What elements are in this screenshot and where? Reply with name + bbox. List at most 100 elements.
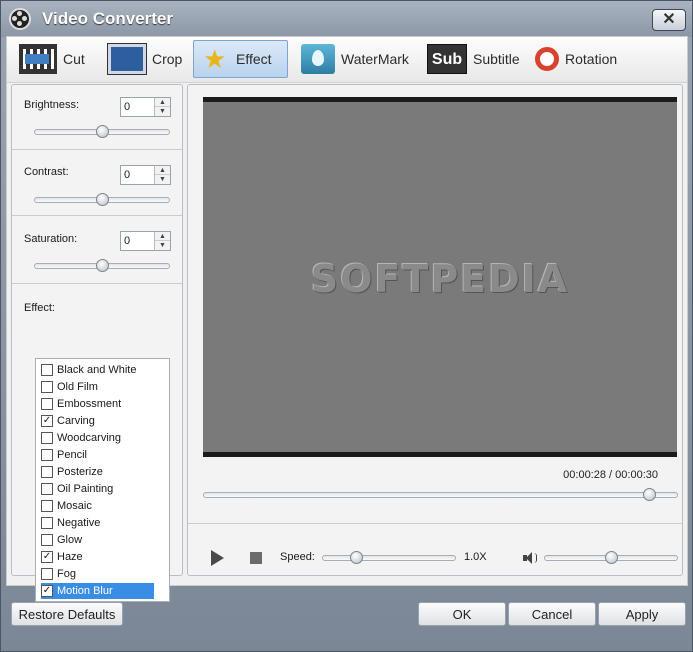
film-scissors-icon <box>19 44 57 74</box>
effect-item[interactable]: Embossment <box>41 396 125 412</box>
tab-watermark[interactable]: WaterMark <box>295 40 415 78</box>
tab-cut-label: Cut <box>63 51 85 67</box>
effect-star-icon <box>200 44 230 75</box>
spin-up-icon[interactable]: ▲ <box>155 232 170 241</box>
effect-item[interactable]: ✓ Motion Blur <box>41 583 154 599</box>
ok-button[interactable]: OK <box>418 602 506 626</box>
volume-slider-thumb[interactable] <box>605 551 618 564</box>
stop-icon[interactable] <box>250 552 262 564</box>
spin-down-icon[interactable]: ▼ <box>155 241 170 250</box>
effect-item[interactable]: Posterize <box>41 464 107 480</box>
total-time: 00:00:30 <box>615 469 658 481</box>
effect-item[interactable]: Black and White <box>41 362 140 378</box>
effect-item-label: Glow <box>57 534 83 546</box>
saturation-spinbox[interactable]: 0 ▲ ▼ <box>120 231 171 251</box>
contrast-slider[interactable] <box>34 193 170 206</box>
effect-item[interactable]: Old Film <box>41 379 102 395</box>
effect-label: Effect: <box>24 302 55 314</box>
effect-item[interactable]: Woodcarving <box>41 430 125 446</box>
speed-label: Speed: <box>280 551 315 563</box>
checkbox-unchecked[interactable] <box>41 500 53 512</box>
tab-effect-label: Effect <box>236 51 272 67</box>
checkbox-checked[interactable]: ✓ <box>41 585 53 597</box>
preview-watermark: SOFTPEDIA <box>310 257 570 301</box>
volume-icon[interactable] <box>523 552 537 564</box>
tab-subtitle-label: Subtitle <box>473 51 520 67</box>
speed-slider-thumb[interactable] <box>350 551 363 564</box>
effect-item[interactable]: Negative <box>41 515 104 531</box>
effect-item-label: Haze <box>57 551 83 563</box>
close-button[interactable]: ✕ <box>652 9 686 31</box>
tab-crop[interactable]: Crop <box>102 40 188 78</box>
tab-subtitle[interactable]: Sub Subtitle <box>421 40 526 78</box>
film-reel-icon <box>9 8 31 30</box>
contrast-value: 0 <box>124 169 131 181</box>
video-converter-window: Video Converter ✕ Cut Crop Effect WaterM… <box>0 0 693 652</box>
cancel-button[interactable]: Cancel <box>508 602 596 626</box>
contrast-slider-thumb[interactable] <box>96 193 109 206</box>
divider <box>12 283 182 284</box>
tab-cut[interactable]: Cut <box>13 40 91 78</box>
seek-slider-thumb[interactable] <box>642 488 656 501</box>
effect-item-label: Carving <box>57 415 95 427</box>
checkbox-unchecked[interactable] <box>41 364 53 376</box>
effect-item-label: Negative <box>57 517 101 529</box>
current-time: 00:00:28 <box>563 469 606 481</box>
effect-item[interactable]: Fog <box>41 566 80 582</box>
brightness-label: Brightness: <box>24 99 80 111</box>
effect-item-label: Posterize <box>57 466 103 478</box>
title-bar[interactable]: Video Converter ✕ <box>1 1 692 37</box>
apply-button[interactable]: Apply <box>598 602 686 626</box>
effect-item[interactable]: Glow <box>41 532 86 548</box>
divider <box>12 215 182 216</box>
effect-item-label: Oil Painting <box>57 483 114 495</box>
main-area: Cut Crop Effect WaterMark Sub Subtitle R… <box>6 36 688 602</box>
effect-item[interactable]: Oil Painting <box>41 481 117 497</box>
checkbox-checked[interactable]: ✓ <box>41 415 53 427</box>
checkbox-unchecked[interactable] <box>41 398 53 410</box>
brightness-slider[interactable] <box>34 125 170 138</box>
saturation-slider-thumb[interactable] <box>96 259 109 272</box>
effect-item-label: Motion Blur <box>57 585 113 597</box>
effect-item[interactable]: ✓ Haze <box>41 549 87 565</box>
spin-up-icon[interactable]: ▲ <box>155 98 170 107</box>
contrast-spinbox[interactable]: 0 ▲ ▼ <box>120 165 171 185</box>
tab-crop-label: Crop <box>152 51 183 67</box>
checkbox-checked[interactable]: ✓ <box>41 551 53 563</box>
spin-up-icon[interactable]: ▲ <box>155 166 170 175</box>
rotation-icon <box>535 47 559 71</box>
spin-down-icon[interactable]: ▼ <box>155 175 170 184</box>
effect-item[interactable]: ✓ Carving <box>41 413 99 429</box>
divider <box>188 523 682 524</box>
speed-slider[interactable] <box>322 551 456 564</box>
subtitle-icon: Sub <box>427 44 467 74</box>
saturation-value: 0 <box>124 235 131 247</box>
checkbox-unchecked[interactable] <box>41 517 53 529</box>
checkbox-unchecked[interactable] <box>41 432 53 444</box>
speed-value: 1.0X <box>464 551 487 563</box>
checkbox-unchecked[interactable] <box>41 534 53 546</box>
checkbox-unchecked[interactable] <box>41 381 53 393</box>
effect-list[interactable]: Black and White Old Film Embossment ✓ Carvin… <box>35 358 170 602</box>
tab-rotation[interactable]: Rotation <box>529 40 623 78</box>
volume-slider[interactable] <box>544 551 678 564</box>
time-display: 00:00:28 / 00:00:30 <box>563 469 658 481</box>
effect-item-label: Woodcarving <box>57 432 121 444</box>
effect-item[interactable]: Pencil <box>41 447 91 463</box>
play-icon[interactable] <box>211 550 224 566</box>
restore-defaults-button[interactable]: Restore Defaults <box>11 602 123 626</box>
brightness-slider-thumb[interactable] <box>96 125 109 138</box>
crop-icon <box>108 44 146 74</box>
checkbox-unchecked[interactable] <box>41 466 53 478</box>
saturation-slider[interactable] <box>34 259 170 272</box>
effect-item[interactable]: Mosaic <box>41 498 96 514</box>
seek-slider[interactable] <box>203 488 678 501</box>
contrast-label: Contrast: <box>24 166 69 178</box>
checkbox-unchecked[interactable] <box>41 568 53 580</box>
spin-down-icon[interactable]: ▼ <box>155 107 170 116</box>
checkbox-unchecked[interactable] <box>41 449 53 461</box>
checkbox-unchecked[interactable] <box>41 483 53 495</box>
tab-effect[interactable]: Effect <box>193 40 288 78</box>
video-preview[interactable]: SOFTPEDIA <box>203 97 677 457</box>
brightness-spinbox[interactable]: 0 ▲ ▼ <box>120 97 171 117</box>
